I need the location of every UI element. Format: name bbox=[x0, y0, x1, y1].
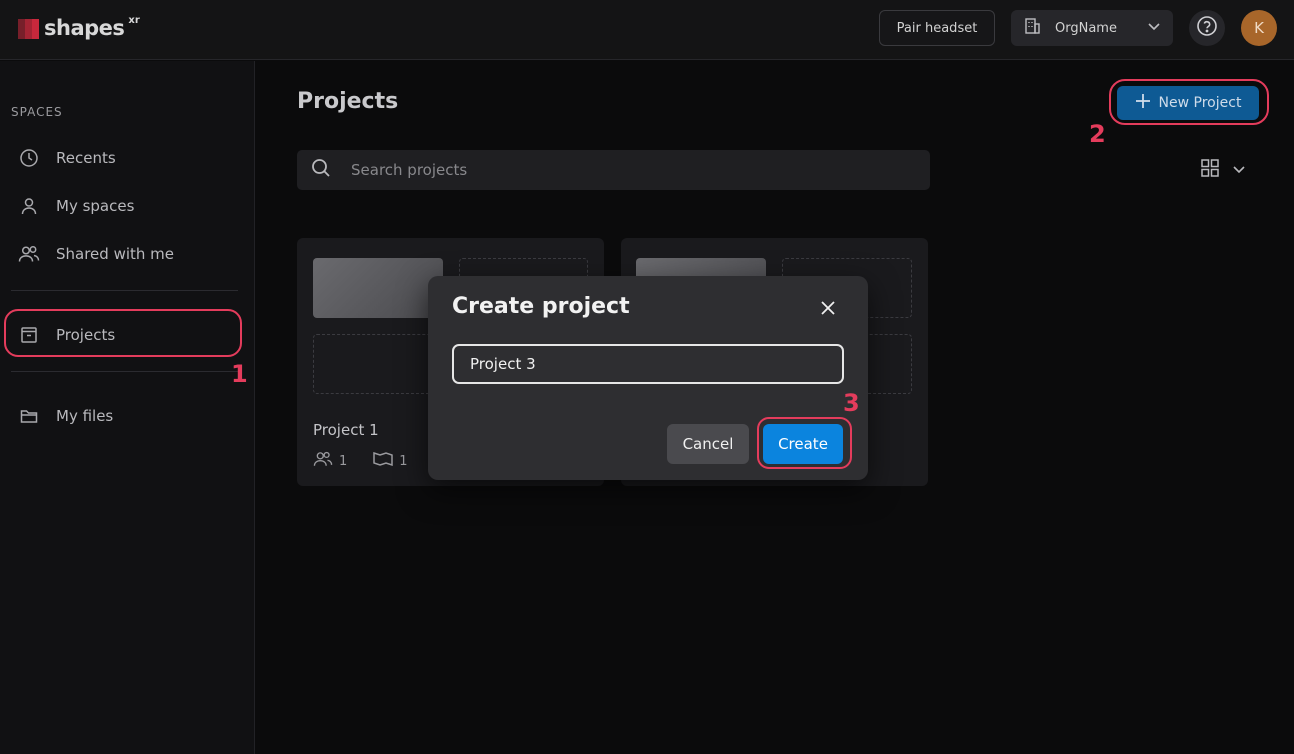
app-logo[interactable]: shapes xr bbox=[18, 14, 140, 42]
grid-view-icon bbox=[1200, 158, 1220, 182]
page-title: Projects bbox=[297, 89, 399, 114]
clock-icon bbox=[18, 147, 40, 169]
help-button[interactable] bbox=[1189, 10, 1225, 46]
search-input[interactable] bbox=[351, 161, 871, 179]
highlight-new-project bbox=[1109, 79, 1269, 125]
help-icon bbox=[1196, 15, 1218, 41]
org-name: OrgName bbox=[1055, 20, 1117, 36]
highlight-create bbox=[757, 417, 852, 469]
sidebar-divider bbox=[11, 290, 238, 291]
sidebar-section-title: SPACES bbox=[11, 105, 63, 119]
cancel-button[interactable]: Cancel bbox=[667, 424, 749, 464]
view-toggle[interactable] bbox=[1200, 158, 1252, 182]
search-bar[interactable] bbox=[297, 150, 930, 190]
top-bar: shapes xr Pair headset OrgName K bbox=[0, 0, 1294, 60]
users-icon bbox=[313, 450, 333, 472]
dialog-title: Create project bbox=[452, 294, 630, 319]
sidebar-item-shared-with-me[interactable]: Shared with me bbox=[18, 236, 238, 272]
project-name-input[interactable] bbox=[452, 344, 844, 384]
logo-text: shapes bbox=[44, 16, 125, 40]
logo-mark-icon bbox=[18, 17, 40, 39]
chevron-down-icon bbox=[1147, 19, 1161, 37]
sidebar-item-my-files[interactable]: My files bbox=[18, 398, 238, 434]
member-count: 1 bbox=[339, 453, 348, 469]
sidebar-item-label: My files bbox=[56, 407, 114, 425]
highlight-projects bbox=[4, 309, 242, 357]
logo-superscript: xr bbox=[128, 14, 140, 26]
user-avatar[interactable]: K bbox=[1241, 10, 1277, 46]
space-count: 1 bbox=[399, 453, 408, 469]
close-icon bbox=[820, 300, 836, 320]
sidebar-item-label: Shared with me bbox=[56, 245, 175, 263]
step-marker-3: 3 bbox=[843, 389, 860, 417]
pair-headset-button[interactable]: Pair headset bbox=[879, 10, 995, 46]
sidebar-item-label: My spaces bbox=[56, 197, 135, 215]
step-marker-2: 2 bbox=[1089, 120, 1106, 148]
search-icon bbox=[311, 158, 331, 182]
users-icon bbox=[18, 243, 40, 265]
sidebar: SPACES Recents My spaces Shared with me … bbox=[0, 61, 255, 754]
close-button[interactable] bbox=[816, 298, 840, 322]
sidebar-item-label: Recents bbox=[56, 149, 116, 167]
sidebar-item-recents[interactable]: Recents bbox=[18, 140, 238, 176]
project-title: Project 1 bbox=[313, 421, 379, 439]
folder-icon bbox=[18, 405, 40, 427]
building-icon bbox=[1023, 17, 1041, 39]
user-icon bbox=[18, 195, 40, 217]
chevron-down-icon bbox=[1232, 161, 1246, 180]
org-switcher[interactable]: OrgName bbox=[1011, 10, 1173, 46]
sidebar-item-my-spaces[interactable]: My spaces bbox=[18, 188, 238, 224]
sidebar-divider bbox=[11, 371, 238, 372]
space-icon bbox=[373, 451, 394, 471]
project-thumbnail bbox=[313, 258, 443, 318]
step-marker-1: 1 bbox=[231, 360, 248, 388]
project-meta: 1 1 bbox=[313, 450, 408, 472]
